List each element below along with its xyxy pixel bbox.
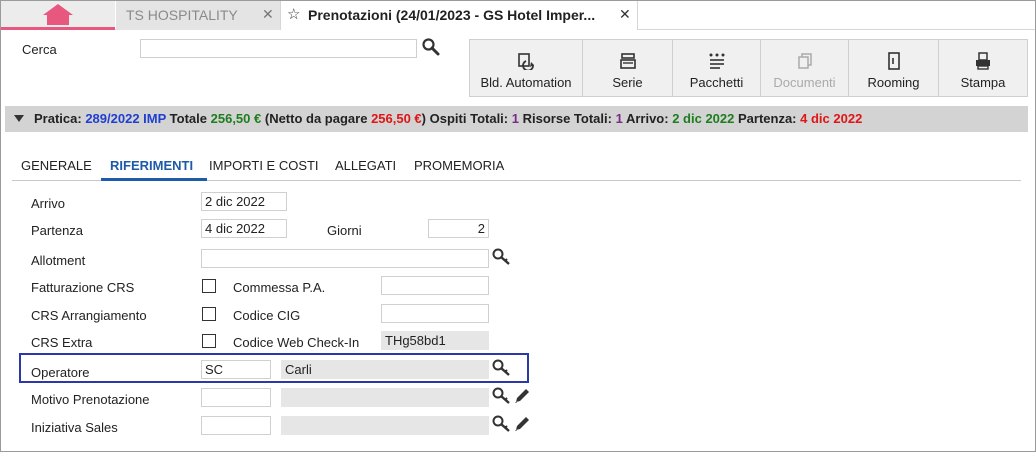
documenti-button[interactable]: Documenti xyxy=(761,40,849,96)
ospiti-value: 1 xyxy=(511,111,519,126)
tab-generale[interactable]: GENERALE xyxy=(21,158,92,173)
partenza-field[interactable]: 4 dic 2022 xyxy=(201,219,287,238)
close-icon[interactable]: ✕ xyxy=(619,6,631,23)
toolbar: Bld. Automation Serie Pacchetti Document… xyxy=(469,39,1028,97)
motivo-code-field[interactable] xyxy=(201,388,271,407)
motivo-prenotazione-label: Motivo Prenotazione xyxy=(31,392,150,407)
search-input[interactable] xyxy=(140,39,417,58)
tab-prenotazioni-label: Prenotazioni (24/01/2023 - GS Hotel Impe… xyxy=(308,7,596,23)
partenza-summary-value: 4 dic 2022 xyxy=(800,111,863,126)
crs-arrangiamento-checkbox[interactable] xyxy=(202,307,216,321)
bld-automation-label: Bld. Automation xyxy=(480,75,572,90)
operatore-code-field[interactable]: SC xyxy=(201,360,271,379)
operatore-name-field: Carli xyxy=(281,360,489,379)
arrivo-summary-value: 2 dic 2022 xyxy=(672,111,735,126)
documents-icon xyxy=(797,53,812,69)
search-label: Cerca xyxy=(22,42,57,57)
lookup-key-icon[interactable] xyxy=(492,359,512,377)
lookup-key-icon[interactable] xyxy=(492,248,512,266)
pratica-label: Pratica: xyxy=(34,111,82,126)
web-checkin-field: THg58bd1 xyxy=(381,331,489,350)
lookup-key-icon[interactable] xyxy=(492,415,512,433)
active-tab-indicator xyxy=(101,178,207,181)
risorse-label: Risorse Totali: xyxy=(522,111,612,126)
stampa-label: Stampa xyxy=(960,75,1006,90)
close-icon[interactable]: ✕ xyxy=(262,6,274,23)
print-icon xyxy=(976,52,990,70)
commessa-field[interactable] xyxy=(381,276,489,295)
tab-home[interactable] xyxy=(1,1,115,30)
rooming-button[interactable]: Rooming xyxy=(849,40,939,96)
iniziativa-code-field[interactable] xyxy=(201,416,271,435)
tab-ts-hospitality[interactable]: TS HOSPITALITY ✕ xyxy=(116,1,280,30)
documenti-label: Documenti xyxy=(773,75,836,90)
bld-automation-button[interactable]: Bld. Automation xyxy=(470,40,583,96)
web-checkin-label: Codice Web Check-In xyxy=(233,335,360,350)
stampa-button[interactable]: Stampa xyxy=(939,40,1027,96)
series-icon xyxy=(619,53,636,69)
pratica-summary: Pratica: 289/2022 IMP Totale 256,50 € (N… xyxy=(34,111,862,126)
motivo-name-field xyxy=(281,388,489,407)
fatturazione-crs-label: Fatturazione CRS xyxy=(31,280,135,295)
tab-importi-e-costi[interactable]: IMPORTI E COSTI xyxy=(209,158,319,173)
arrivo-field[interactable]: 2 dic 2022 xyxy=(201,192,287,211)
arrivo-label: Arrivo xyxy=(31,196,65,211)
edit-pencil-icon[interactable] xyxy=(513,415,531,433)
pacchetti-button[interactable]: Pacchetti xyxy=(673,40,761,96)
codice-cig-field[interactable] xyxy=(381,304,489,323)
building-automation-icon xyxy=(518,53,534,70)
star-icon[interactable]: ☆ xyxy=(287,5,300,23)
netto-close: ) xyxy=(421,111,427,126)
rooming-icon xyxy=(887,52,900,70)
tab-allegati[interactable]: ALLEGATI xyxy=(335,158,396,173)
crs-arrangiamento-label: CRS Arrangiamento xyxy=(31,308,147,323)
section-tabs: GENERALE RIFERIMENTI IMPORTI E COSTI ALL… xyxy=(12,155,1021,181)
commessa-label: Commessa P.A. xyxy=(233,280,326,295)
allotment-label: Allotment xyxy=(31,253,86,268)
netto-label: (Netto da pagare xyxy=(264,111,368,126)
giorni-label: Giorni xyxy=(327,223,362,238)
tab-bar: TS HOSPITALITY ✕ ☆ Prenotazioni (24/01/2… xyxy=(1,1,1035,30)
arrivo-summary-label: Arrivo: xyxy=(625,111,669,126)
allotment-field[interactable] xyxy=(201,249,489,268)
codice-cig-label: Codice CIG xyxy=(233,308,301,323)
crs-extra-label: CRS Extra xyxy=(31,335,93,350)
tab-prenotazioni[interactable]: ☆ Prenotazioni (24/01/2023 - GS Hotel Im… xyxy=(280,1,638,30)
risorse-value: 1 xyxy=(615,111,623,126)
tab-riferimenti[interactable]: RIFERIMENTI xyxy=(110,158,193,173)
lookup-key-icon[interactable] xyxy=(492,387,512,405)
home-icon xyxy=(43,4,73,25)
edit-pencil-icon[interactable] xyxy=(513,387,531,405)
crs-extra-checkbox[interactable] xyxy=(202,334,216,348)
totale-value: 256,50 € xyxy=(210,111,262,126)
rooming-label: Rooming xyxy=(867,75,920,90)
iniziativa-name-field xyxy=(281,416,489,435)
operatore-label: Operatore xyxy=(31,365,90,380)
pratica-summary-bar: Pratica: 289/2022 IMP Totale 256,50 € (N… xyxy=(5,106,1028,132)
pacchetti-label: Pacchetti xyxy=(689,75,744,90)
serie-button[interactable]: Serie xyxy=(583,40,673,96)
netto-value: 256,50 € xyxy=(371,111,422,126)
iniziativa-sales-label: Iniziativa Sales xyxy=(31,420,118,435)
partenza-label: Partenza xyxy=(31,223,84,238)
tab-ts-hospitality-label: TS HOSPITALITY xyxy=(126,7,238,23)
tab-promemoria[interactable]: PROMEMORIA xyxy=(414,158,504,173)
fatturazione-crs-checkbox[interactable] xyxy=(202,279,216,293)
totale-label: Totale xyxy=(169,111,207,126)
packages-icon xyxy=(709,53,724,69)
serie-label: Serie xyxy=(612,75,643,90)
collapse-triangle-icon[interactable] xyxy=(14,115,24,122)
giorni-field[interactable]: 2 xyxy=(428,219,489,238)
partenza-summary-label: Partenza: xyxy=(737,111,797,126)
search-icon[interactable] xyxy=(421,37,441,57)
pratica-value: 289/2022 IMP xyxy=(85,111,167,126)
ospiti-label: Ospiti Totali: xyxy=(429,111,509,126)
